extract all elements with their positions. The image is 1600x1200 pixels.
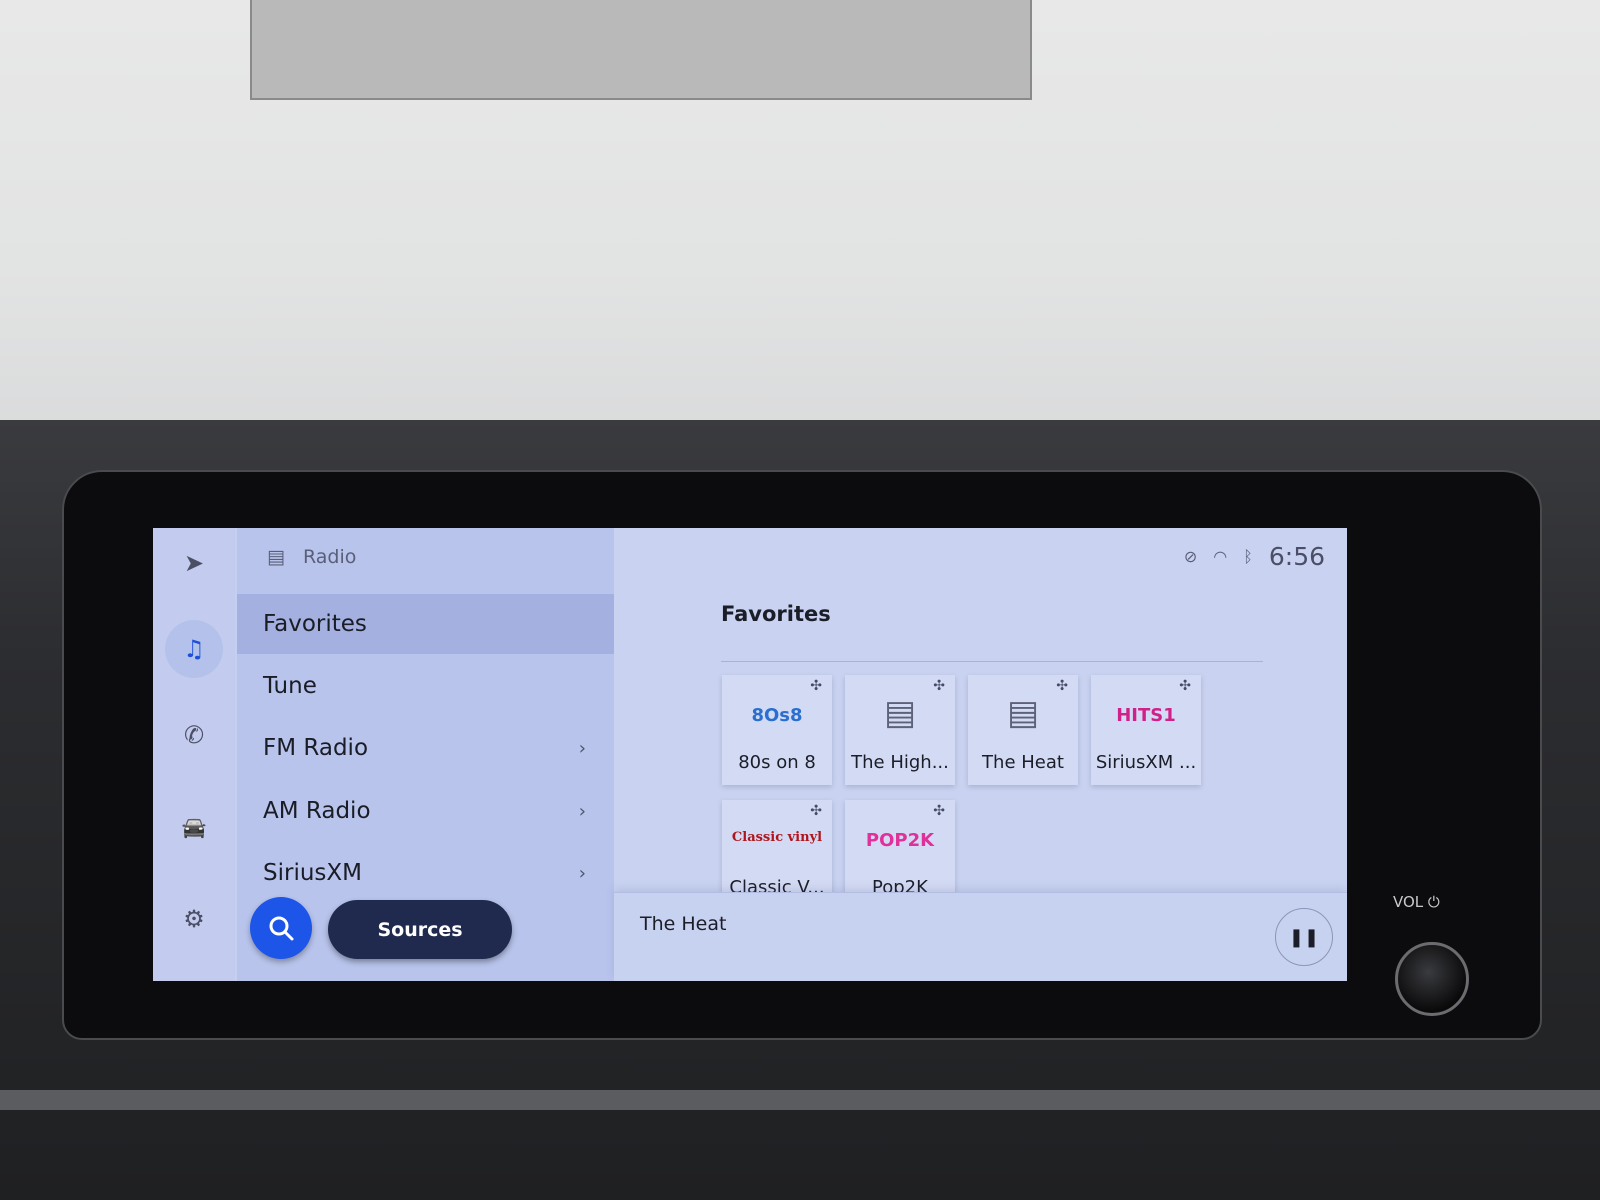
station-name: SiriusXM ... xyxy=(1095,752,1197,773)
station-logo: ▤ xyxy=(883,693,917,733)
reorder-icon[interactable]: ✣ xyxy=(1056,678,1068,694)
clock: 6:56 xyxy=(1268,542,1325,571)
station-name: The High... xyxy=(851,752,949,773)
pause-icon: ❚❚ xyxy=(1288,926,1320,948)
phone-icon[interactable]: ✆ xyxy=(171,712,217,758)
station-logo: POP2K xyxy=(865,830,935,851)
menu-item-label: SiriusXM xyxy=(263,860,362,886)
menu-header-title: Radio xyxy=(302,546,357,568)
mic-muted-icon: ⊘ xyxy=(1183,547,1198,566)
menu-item-label: Tune xyxy=(263,673,317,699)
dashboard-trim xyxy=(0,1090,1600,1110)
reorder-icon[interactable]: ✣ xyxy=(810,678,822,694)
station-name: The Heat xyxy=(982,752,1064,773)
station-logo: ▤ xyxy=(1006,693,1040,733)
volume-knob[interactable] xyxy=(1395,942,1469,1016)
bluetooth-icon: ᛒ xyxy=(1243,547,1253,566)
search-icon xyxy=(269,916,294,941)
menu-header: ▤ Radio xyxy=(267,546,356,568)
favorite-tile[interactable]: ✣ ▤ The Heat xyxy=(968,675,1078,785)
reorder-icon[interactable]: ✣ xyxy=(810,803,822,819)
music-note-icon[interactable]: ♫ xyxy=(165,620,223,678)
chevron-right-icon: › xyxy=(578,862,586,884)
wifi-icon: ◠ xyxy=(1213,547,1228,566)
favorites-panel: ⊘ ◠ ᛒ 6:56 Favorites ✣ 8Os8 80s on 8 ✣ ▤ The … xyxy=(614,528,1347,981)
favorites-title: Favorites xyxy=(721,602,831,626)
station-logo: 8Os8 xyxy=(751,705,803,726)
favorite-tile[interactable]: ✣ HITS1 SiriusXM ... xyxy=(1091,675,1201,785)
volume-label: VOL ⏻ xyxy=(1393,893,1440,911)
pause-button[interactable]: ❚❚ xyxy=(1275,908,1333,966)
station-logo: Classic vinyl xyxy=(731,830,823,845)
menu-item-fm-radio[interactable]: FM Radio › xyxy=(237,718,614,778)
menu-item-label: FM Radio xyxy=(263,735,369,761)
navigation-icon[interactable]: ➤ xyxy=(171,540,217,586)
menu-item-tune[interactable]: Tune xyxy=(237,656,614,716)
station-logo: HITS1 xyxy=(1116,705,1176,726)
reorder-icon[interactable]: ✣ xyxy=(933,803,945,819)
menu-item-favorites[interactable]: Favorites xyxy=(237,594,614,654)
reorder-icon[interactable]: ✣ xyxy=(1179,678,1191,694)
now-playing-title: The Heat xyxy=(640,913,727,935)
gear-icon[interactable]: ⚙ xyxy=(171,896,217,942)
favorite-tile[interactable]: ✣ ▤ The High... xyxy=(845,675,955,785)
search-button[interactable] xyxy=(250,897,312,959)
status-bar: ⊘ ◠ ᛒ 6:56 xyxy=(1184,542,1325,571)
station-name: 80s on 8 xyxy=(738,752,816,773)
chevron-right-icon: › xyxy=(578,800,586,822)
windshield-sticker xyxy=(250,0,1032,100)
menu-item-label: AM Radio xyxy=(263,798,371,824)
app-rail: ➤ ♫ ✆ 🚘 ⚙ xyxy=(153,528,235,981)
reorder-icon[interactable]: ✣ xyxy=(933,678,945,694)
radio-icon: ▤ xyxy=(267,546,285,568)
infotainment-screen: ➤ ♫ ✆ 🚘 ⚙ ▤ Radio Favorites Tune FM Radi… xyxy=(153,528,1347,981)
chevron-right-icon: › xyxy=(578,737,586,759)
sources-button[interactable]: Sources xyxy=(328,900,512,959)
car-icon[interactable]: 🚘 xyxy=(171,804,217,850)
menu-item-am-radio[interactable]: AM Radio › xyxy=(237,781,614,841)
now-playing-bar[interactable]: The Heat ❚❚ xyxy=(614,892,1347,981)
divider xyxy=(721,661,1263,662)
menu-item-label: Favorites xyxy=(263,611,367,637)
menu-item-siriusxm[interactable]: SiriusXM › xyxy=(237,843,614,903)
favorite-tile[interactable]: ✣ 8Os8 80s on 8 xyxy=(722,675,832,785)
